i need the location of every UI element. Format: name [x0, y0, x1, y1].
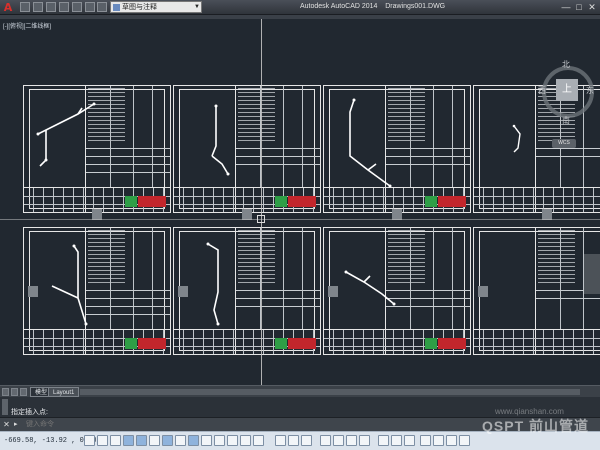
object-snap-icon[interactable] — [136, 435, 147, 446]
tab-layout1[interactable]: Layout1 — [48, 387, 80, 397]
close-button[interactable]: ✕ — [586, 1, 598, 13]
lineweight-icon[interactable] — [201, 435, 212, 446]
isometric-pipe-drawing — [512, 124, 521, 153]
drawing-sheet[interactable] — [23, 85, 171, 213]
workspace-icon — [113, 4, 120, 11]
compass-north[interactable]: 北 — [562, 59, 570, 70]
viewcube[interactable]: 北 西 东 南 上 WCS — [538, 39, 600, 148]
new-file-icon[interactable] — [20, 2, 30, 12]
grid-display-icon[interactable] — [97, 435, 108, 446]
watermark-url: www.qianshan.com — [495, 407, 564, 416]
chevron-down-icon: ▼ — [194, 4, 200, 10]
annotation-visibility-icon[interactable] — [391, 435, 402, 446]
model-space-icon[interactable] — [275, 435, 286, 446]
ucs-menu-button[interactable]: WCS — [552, 139, 576, 148]
save-as-icon[interactable] — [59, 2, 69, 12]
annotation-monitor-icon[interactable] — [253, 435, 264, 446]
close-icon[interactable]: ✕ — [2, 420, 11, 429]
auto-scale-icon[interactable] — [404, 435, 415, 446]
save-icon[interactable] — [46, 2, 56, 12]
drawing-area[interactable]: [-][俯视][二维线框] 北 西 东 南 上 WCS — [0, 19, 600, 385]
maximize-button[interactable]: □ — [573, 1, 585, 13]
quick-view-drawings-icon[interactable] — [301, 435, 312, 446]
isometric-pipe-drawing — [349, 98, 392, 188]
selection-cycling-icon[interactable] — [240, 435, 251, 446]
command-window-grip[interactable] — [2, 399, 8, 415]
isometric-pipe-drawing — [206, 242, 220, 326]
sheet-marker — [478, 286, 488, 297]
plot-icon[interactable] — [72, 2, 82, 12]
command-prompt-icon[interactable]: ▸ — [14, 421, 23, 429]
crosshair-vertical — [261, 19, 262, 385]
workspace-label: 草图与注释 — [122, 4, 157, 11]
drawing-sheet[interactable] — [323, 227, 471, 355]
layout-tabs-bar: 模型 Layout1 — [0, 385, 600, 397]
showmotion-icon[interactable] — [359, 435, 370, 446]
previous-tab-button[interactable] — [11, 388, 18, 396]
sheet-marker — [178, 286, 188, 297]
redo-icon[interactable] — [97, 2, 107, 12]
drawing-sheet[interactable] — [173, 227, 321, 355]
lock-icon[interactable] — [433, 435, 444, 446]
sheet-marker — [328, 286, 338, 297]
command-history-text: 指定插入点: — [11, 409, 48, 416]
steering-wheel-icon[interactable] — [346, 435, 357, 446]
sheet-marker — [28, 286, 38, 297]
snap-mode-icon[interactable] — [84, 435, 95, 446]
viewcube-top-face[interactable]: 上 — [556, 79, 578, 101]
pan-icon[interactable] — [320, 435, 331, 446]
compass-west[interactable]: 西 — [538, 85, 546, 96]
autocad-window: A 草图与注释 ▼ Autodesk AutoCAD 2014 Drawings… — [0, 0, 600, 450]
isometric-pipe-drawing — [211, 104, 230, 176]
first-tab-button[interactable] — [2, 388, 9, 396]
quick-properties-icon[interactable] — [227, 435, 238, 446]
dynamic-input-icon[interactable] — [188, 435, 199, 446]
watermark-logo: QSPT 前山管道 — [482, 418, 590, 434]
title-bar: A 草图与注释 ▼ Autodesk AutoCAD 2014 Drawings… — [0, 0, 600, 15]
isometric-pipe-drawing — [51, 244, 88, 326]
minimize-button[interactable]: — — [560, 1, 572, 13]
title-block — [474, 329, 600, 354]
cursor-pickbox — [257, 215, 265, 223]
polar-tracking-icon[interactable] — [123, 435, 134, 446]
ortho-mode-icon[interactable] — [110, 435, 121, 446]
drawing-sheet[interactable] — [473, 227, 600, 355]
drawing-sheet[interactable] — [173, 85, 321, 213]
zoom-icon[interactable] — [333, 435, 344, 446]
isolate-objects-icon[interactable] — [459, 435, 470, 446]
quick-view-layouts-icon[interactable] — [288, 435, 299, 446]
command-input[interactable] — [26, 419, 446, 430]
navigation-bar[interactable] — [584, 254, 600, 294]
application-menu-button[interactable]: A — [1, 1, 15, 14]
annotation-scale-icon[interactable] — [378, 435, 389, 446]
horizontal-scrollbar[interactable] — [80, 389, 580, 395]
isometric-pipe-drawing — [36, 102, 96, 167]
coordinate-readout[interactable]: -669.58, -13.92 , 0.00 — [4, 437, 96, 445]
dynamic-ucs-icon[interactable] — [175, 435, 186, 446]
compass-south[interactable]: 南 — [562, 115, 570, 126]
hardware-acceleration-icon[interactable] — [446, 435, 457, 446]
undo-icon[interactable] — [85, 2, 95, 12]
transparency-icon[interactable] — [214, 435, 225, 446]
crosshair-horizontal — [0, 219, 600, 220]
title-block — [474, 187, 600, 212]
open-file-icon[interactable] — [33, 2, 43, 12]
workspace-switching-icon[interactable] — [420, 435, 431, 446]
next-tab-button[interactable] — [20, 388, 27, 396]
drawing-sheet[interactable] — [323, 85, 471, 213]
window-title: Autodesk AutoCAD 2014 Drawings001.DWG — [300, 3, 446, 10]
compass-east[interactable]: 东 — [586, 85, 594, 96]
object-snap-tracking-icon[interactable] — [162, 435, 173, 446]
drawing-sheet[interactable] — [23, 227, 171, 355]
workspace-dropdown[interactable]: 草图与注释 ▼ — [110, 1, 202, 13]
viewport-controls-label[interactable]: [-][俯视][二维线框] — [3, 21, 51, 30]
isometric-pipe-drawing — [344, 270, 396, 306]
3d-object-snap-icon[interactable] — [149, 435, 160, 446]
